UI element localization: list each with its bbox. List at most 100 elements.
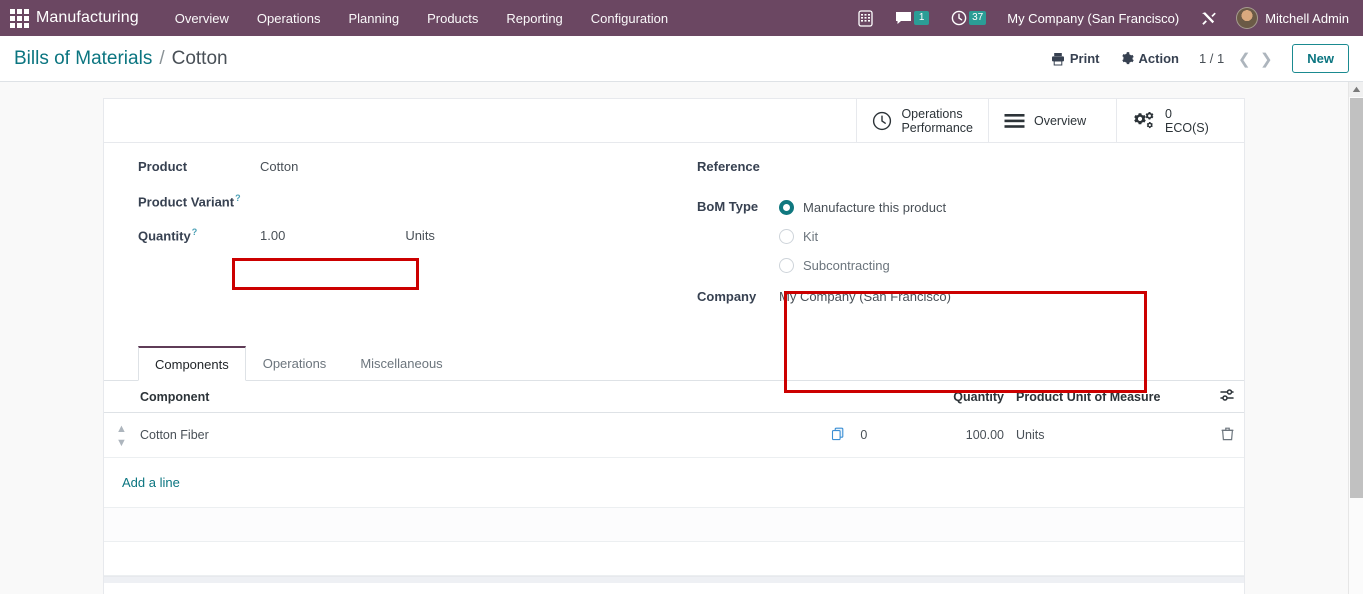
scroll-thumb[interactable]: [1350, 98, 1363, 498]
tab-miscellaneous[interactable]: Miscellaneous: [343, 346, 459, 381]
menu-item-configuration[interactable]: Configuration: [577, 2, 682, 35]
field-quantity: Quantity? 1.00 Units: [138, 227, 654, 256]
row-drag-handle[interactable]: ▲ ▼: [104, 412, 134, 458]
trash-icon[interactable]: [1221, 427, 1234, 444]
field-label-quantity-text: Quantity: [138, 228, 191, 244]
radio-kit-icon[interactable]: [779, 229, 794, 244]
wrench-screwdriver-icon[interactable]: [1189, 0, 1228, 36]
field-label-product: Product: [138, 159, 188, 174]
control-panel: Bills of Materials / Cotton Print Action…: [0, 36, 1363, 82]
menu-item-products[interactable]: Products: [413, 2, 492, 35]
user-name: Mitchell Admin: [1265, 10, 1349, 26]
stat-button-box: Operations Performance Overview 0 ECO(S): [104, 99, 1244, 143]
menu-item-operations[interactable]: Operations: [243, 2, 335, 35]
stat-line1: Overview: [1034, 113, 1087, 128]
radio-option-kit[interactable]: Kit: [779, 222, 946, 251]
stat-button-ecos[interactable]: 0 ECO(S): [1116, 99, 1244, 142]
menu-item-reporting[interactable]: Reporting: [492, 2, 576, 35]
print-button[interactable]: Print: [1041, 46, 1110, 71]
radio-manufacture-icon[interactable]: [779, 200, 794, 215]
cell-uom-value: Units: [1016, 428, 1045, 442]
field-value-product[interactable]: Cotton: [260, 159, 298, 174]
radio-option-manufacture[interactable]: Manufacture this product: [779, 193, 946, 222]
action-label: Action: [1138, 51, 1179, 66]
attachment-count: 0: [860, 427, 868, 442]
menu-item-overview[interactable]: Overview: [161, 2, 243, 35]
record-sheet: Operations Performance Overview 0 ECO(S)…: [103, 98, 1245, 594]
form-fields: Product Cotton Product Variant? Quantity…: [104, 143, 1244, 323]
printer-icon: [1051, 52, 1064, 65]
company-switcher[interactable]: My Company (San Francisco): [997, 11, 1189, 26]
new-button[interactable]: New: [1292, 44, 1349, 73]
field-bom-type: BoM Type Manufacture this product Kit Su…: [697, 193, 1210, 280]
add-a-line-button[interactable]: Add a line: [110, 466, 186, 499]
stat-eco-label: ECO(S): [1165, 120, 1209, 135]
messages-counter[interactable]: 1: [884, 0, 940, 36]
empty-cell: [104, 541, 1244, 576]
field-product: Product Cotton: [138, 159, 654, 188]
drag-handle-icon[interactable]: ▲ ▼: [116, 423, 127, 449]
field-company: Company My Company (San Francisco): [697, 289, 1210, 318]
control-panel-actions: Print Action 1 / 1 ❮ ❯ New: [1041, 44, 1349, 73]
cell-uom[interactable]: Units: [1010, 412, 1210, 458]
radio-option-subcontracting[interactable]: Subcontracting: [779, 251, 946, 280]
bom-type-radio-group: Manufacture this product Kit Subcontract…: [779, 193, 946, 280]
navbar-systray: 1 37 My Company (San Francisco) Mitchell…: [847, 0, 1355, 36]
user-menu[interactable]: Mitchell Admin: [1228, 7, 1355, 29]
field-value-quantity[interactable]: 1.00: [260, 228, 285, 243]
radio-subcontracting-icon[interactable]: [779, 258, 794, 273]
cell-component[interactable]: Cotton Fiber: [134, 412, 825, 458]
radio-label-subcontracting: Subcontracting: [803, 258, 890, 273]
field-label-company: Company: [697, 289, 757, 304]
sheet-bottom-area: [104, 583, 1244, 594]
breadcrumb-bills-of-materials[interactable]: Bills of Materials: [14, 48, 152, 70]
notebook: Components Operations Miscellaneous Comp…: [104, 345, 1244, 594]
activities-badge: 37: [969, 11, 987, 25]
notebook-tabs: Components Operations Miscellaneous: [104, 345, 1244, 381]
column-quantity: Quantity: [824, 381, 1010, 413]
action-button[interactable]: Action: [1110, 46, 1189, 71]
activities-counter[interactable]: 37: [940, 0, 997, 36]
pager-arrows: ❮ ❯: [1234, 46, 1276, 72]
clock-icon: [873, 111, 892, 130]
tab-components[interactable]: Components: [138, 346, 246, 381]
field-value-quantity-uom[interactable]: Units: [405, 228, 435, 243]
phone-keypad-icon[interactable]: [847, 0, 884, 36]
column-drag: [104, 381, 134, 413]
stat-label-overview: Overview: [1034, 114, 1086, 128]
empty-row-filler-1: [104, 507, 1244, 542]
breadcrumb-separator: /: [159, 47, 165, 69]
menu-item-planning[interactable]: Planning: [334, 2, 413, 35]
apps-grid-icon[interactable]: [8, 7, 30, 29]
column-uom: Product Unit of Measure: [1010, 381, 1210, 413]
tab-operations[interactable]: Operations: [246, 346, 344, 381]
messages-badge: 1: [914, 11, 930, 25]
pager-next-icon[interactable]: ❯: [1256, 46, 1276, 72]
stat-button-operations-performance[interactable]: Operations Performance: [856, 99, 988, 142]
cell-quantity-value: 100.00: [965, 427, 1004, 442]
help-icon[interactable]: ?: [235, 193, 241, 203]
field-value-company[interactable]: My Company (San Francisco): [779, 289, 951, 304]
add-line-cell: Add a line: [104, 457, 1244, 508]
section-divider: [104, 576, 1244, 583]
radio-label-manufacture: Manufacture this product: [803, 200, 947, 215]
main-menu: Overview Operations Planning Products Re…: [161, 2, 682, 35]
form-columns: Product Cotton Product Variant? Quantity…: [138, 159, 1210, 323]
components-table-head: Component Quantity Product Unit of Measu…: [104, 381, 1244, 413]
scroll-up-arrow-icon[interactable]: [1349, 82, 1363, 97]
copy-documents-icon[interactable]: [831, 427, 845, 444]
list-bars-icon: [1004, 113, 1025, 128]
breadcrumb-current-record: Cotton: [171, 47, 228, 69]
cell-quantity[interactable]: 0 100.00: [824, 412, 1010, 458]
add-line-row: Add a line: [104, 457, 1244, 508]
stat-button-overview[interactable]: Overview: [988, 99, 1116, 142]
pager-previous-icon[interactable]: ❮: [1234, 46, 1254, 72]
table-row[interactable]: ▲ ▼ Cotton Fiber 0 100.00 Units: [104, 412, 1244, 458]
pager-value[interactable]: 1 / 1: [1189, 51, 1234, 66]
row-delete-button[interactable]: [1210, 412, 1244, 458]
optional-columns-button[interactable]: [1210, 381, 1244, 413]
app-brand-manufacturing[interactable]: Manufacturing: [36, 9, 139, 27]
empty-cell: [104, 507, 1244, 542]
help-icon[interactable]: ?: [192, 227, 198, 237]
vertical-scrollbar[interactable]: [1348, 82, 1363, 594]
